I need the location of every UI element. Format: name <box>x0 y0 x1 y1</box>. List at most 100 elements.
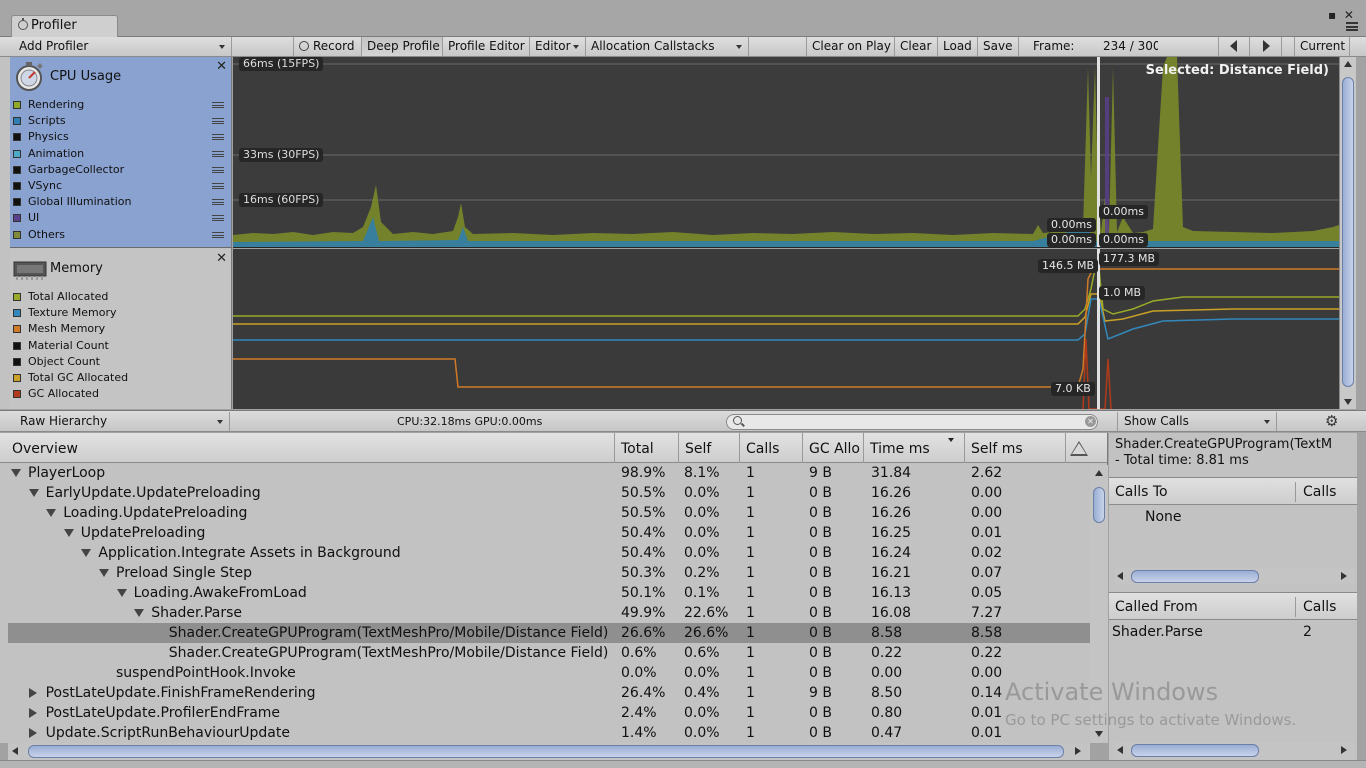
scrollbar-thumb[interactable] <box>1131 744 1259 757</box>
previous-frame-button[interactable] <box>1218 37 1250 56</box>
table-horizontal-scrollbar[interactable] <box>8 743 1090 760</box>
graph-vertical-scrollbar[interactable] <box>1339 57 1356 409</box>
scrollbar-thumb[interactable] <box>1093 487 1105 523</box>
column-gc-alloc[interactable]: GC Allo <box>802 433 863 463</box>
drag-handle-icon[interactable] <box>212 102 224 108</box>
table-row[interactable]: PostLateUpdate.FinishFrameRendering 26.4%… <box>0 683 1090 703</box>
table-row[interactable]: UpdatePreloading 50.4% 0.0% 1 0 B 16.25 0.01 <box>0 523 1090 543</box>
editor-dropdown[interactable]: Editor <box>530 37 586 56</box>
arrow-left-icon[interactable] <box>12 747 18 755</box>
arrow-down-icon[interactable] <box>1344 399 1352 405</box>
expand-open-icon[interactable] <box>28 489 39 497</box>
calls-to-scrollbar[interactable] <box>1115 568 1355 585</box>
memory-module[interactable]: Memory ✕ Total Allocated Texture Memory Me… <box>10 249 231 409</box>
arrow-up-icon[interactable] <box>1095 470 1103 476</box>
called-from-scrollbar[interactable] <box>1115 742 1355 759</box>
table-row[interactable]: Shader.CreateGPUProgram(TextMeshPro/Mobi… <box>0 643 1090 663</box>
legend-swatch[interactable] <box>13 165 21 174</box>
table-row[interactable]: EarlyUpdate.UpdatePreloading 50.5% 0.0% 1 0 … <box>0 483 1090 503</box>
search-input[interactable] <box>726 414 1098 430</box>
table-row[interactable]: Preload Single Step 50.3% 0.2% 1 0 B 16.21 0.0… <box>0 563 1090 583</box>
legend-swatch[interactable] <box>13 341 21 350</box>
add-profiler-dropdown[interactable]: Add Profiler <box>14 37 232 56</box>
drag-handle-icon[interactable] <box>212 215 224 222</box>
clear-on-play-button[interactable]: Clear on Play <box>806 37 895 56</box>
legend-swatch[interactable] <box>13 117 21 126</box>
window-controls[interactable]: ▪ ✕ <box>1328 8 1356 22</box>
expand-closed-icon[interactable] <box>28 688 37 698</box>
legend-swatch[interactable] <box>13 357 21 366</box>
clear-search-icon[interactable]: ✕ <box>1085 416 1096 427</box>
legend-item[interactable]: Total GC Allocated <box>13 370 228 386</box>
arrow-right-icon[interactable] <box>1341 572 1347 580</box>
record-button[interactable]: Record <box>293 37 362 56</box>
gear-icon[interactable]: ⚙ <box>1325 414 1341 430</box>
column-self-ms[interactable]: Self ms <box>964 433 1065 463</box>
legend-item[interactable]: Mesh Memory <box>13 321 228 337</box>
legend-swatch[interactable] <box>13 230 21 239</box>
legend-item[interactable]: Others <box>13 227 228 243</box>
legend-item[interactable]: Object Count <box>13 354 228 370</box>
arrow-right-icon[interactable] <box>1341 746 1347 754</box>
table-row[interactable]: Loading.AwakeFromLoad 50.1% 0.1% 1 0 B 16.13 0… <box>0 583 1090 603</box>
table-row[interactable]: suspendPointHook.Invoke 0.0% 0.0% 1 0 B 0.00 0… <box>0 663 1090 683</box>
legend-item[interactable]: GarbageCollector <box>13 162 228 178</box>
next-frame-button[interactable] <box>1250 37 1282 56</box>
legend-swatch[interactable] <box>13 325 21 334</box>
legend-item[interactable]: Animation <box>13 146 228 162</box>
scrollbar-thumb[interactable] <box>28 745 1064 758</box>
deep-profile-button[interactable]: Deep Profile <box>362 37 443 56</box>
save-button[interactable]: Save <box>978 37 1019 56</box>
expand-open-icon[interactable] <box>134 609 145 617</box>
legend-item[interactable]: Texture Memory <box>13 305 228 321</box>
arrow-left-icon[interactable] <box>1117 572 1123 580</box>
allocation-callstacks-dropdown[interactable]: Allocation Callstacks <box>586 37 749 56</box>
table-row[interactable]: Shader.CreateGPUProgram(TextMeshPro/Mobi… <box>8 623 1090 643</box>
drag-handle-icon[interactable] <box>212 199 224 206</box>
expand-open-icon[interactable] <box>116 589 127 597</box>
drag-handle-icon[interactable] <box>212 118 224 125</box>
legend-swatch[interactable] <box>13 293 21 301</box>
expand-open-icon[interactable] <box>99 569 109 577</box>
table-row[interactable]: Shader.Parse 49.9% 22.6% 1 0 B 16.08 7.27 <box>0 603 1090 623</box>
close-icon[interactable]: ✕ <box>216 251 227 266</box>
expand-closed-icon[interactable] <box>28 708 37 718</box>
arrow-up-icon[interactable] <box>1344 61 1352 67</box>
arrow-right-icon[interactable] <box>1075 747 1081 755</box>
scrollbar-thumb[interactable] <box>1131 570 1259 583</box>
profile-editor-button[interactable]: Profile Editor <box>443 37 530 56</box>
legend-item[interactable]: Total Allocated <box>13 289 228 305</box>
expand-closed-icon[interactable] <box>28 728 37 738</box>
column-overview[interactable]: Overview <box>0 433 614 463</box>
table-row[interactable]: Loading.UpdatePreloading 50.5% 0.0% 1 0 B 16.… <box>0 503 1090 523</box>
hierarchy-view-dropdown[interactable]: Raw Hierarchy <box>14 412 230 431</box>
profiler-tab[interactable]: Profiler <box>11 15 118 37</box>
expand-open-icon[interactable] <box>63 529 74 537</box>
legend-swatch[interactable] <box>13 374 21 382</box>
legend-item[interactable]: Physics <box>13 129 228 145</box>
column-calls[interactable]: Calls <box>739 433 802 463</box>
cpu-usage-module[interactable]: CPU Usage ✕ Rendering Scripts Physics Anima… <box>10 57 231 248</box>
legend-item[interactable]: Global Illumination <box>13 194 228 210</box>
table-row[interactable]: Application.Integrate Assets in Backgrou… <box>0 543 1090 563</box>
drag-handle-icon[interactable] <box>212 183 224 189</box>
column-total[interactable]: Total <box>614 433 678 463</box>
current-frame-button[interactable]: Current <box>1294 37 1350 56</box>
cpu-usage-graph[interactable]: 66ms (15FPS) 33ms (30FPS) 16ms (60FPS) S… <box>233 57 1339 248</box>
table-row[interactable]: Update.ScriptRunBehaviourUpdate 1.4% 0.0% 1… <box>0 723 1090 743</box>
legend-item[interactable]: GC Allocated <box>13 386 228 402</box>
table-row[interactable]: PostLateUpdate.ProfilerEndFrame 2.4% 0.0% 1… <box>0 703 1090 723</box>
legend-swatch[interactable] <box>13 390 21 399</box>
legend-item[interactable]: Rendering <box>13 97 228 113</box>
drag-handle-icon[interactable] <box>212 166 224 173</box>
show-calls-dropdown[interactable]: Show Calls <box>1117 412 1277 431</box>
legend-item[interactable]: Scripts <box>13 113 228 129</box>
legend-swatch[interactable] <box>13 198 21 207</box>
expand-open-icon[interactable] <box>11 469 21 477</box>
legend-item[interactable]: UI <box>13 210 228 226</box>
legend-swatch[interactable] <box>13 133 21 142</box>
legend-swatch[interactable] <box>13 309 21 318</box>
scrollbar-thumb[interactable] <box>1342 77 1354 387</box>
expand-open-icon[interactable] <box>46 509 57 517</box>
legend-swatch[interactable] <box>13 214 21 223</box>
